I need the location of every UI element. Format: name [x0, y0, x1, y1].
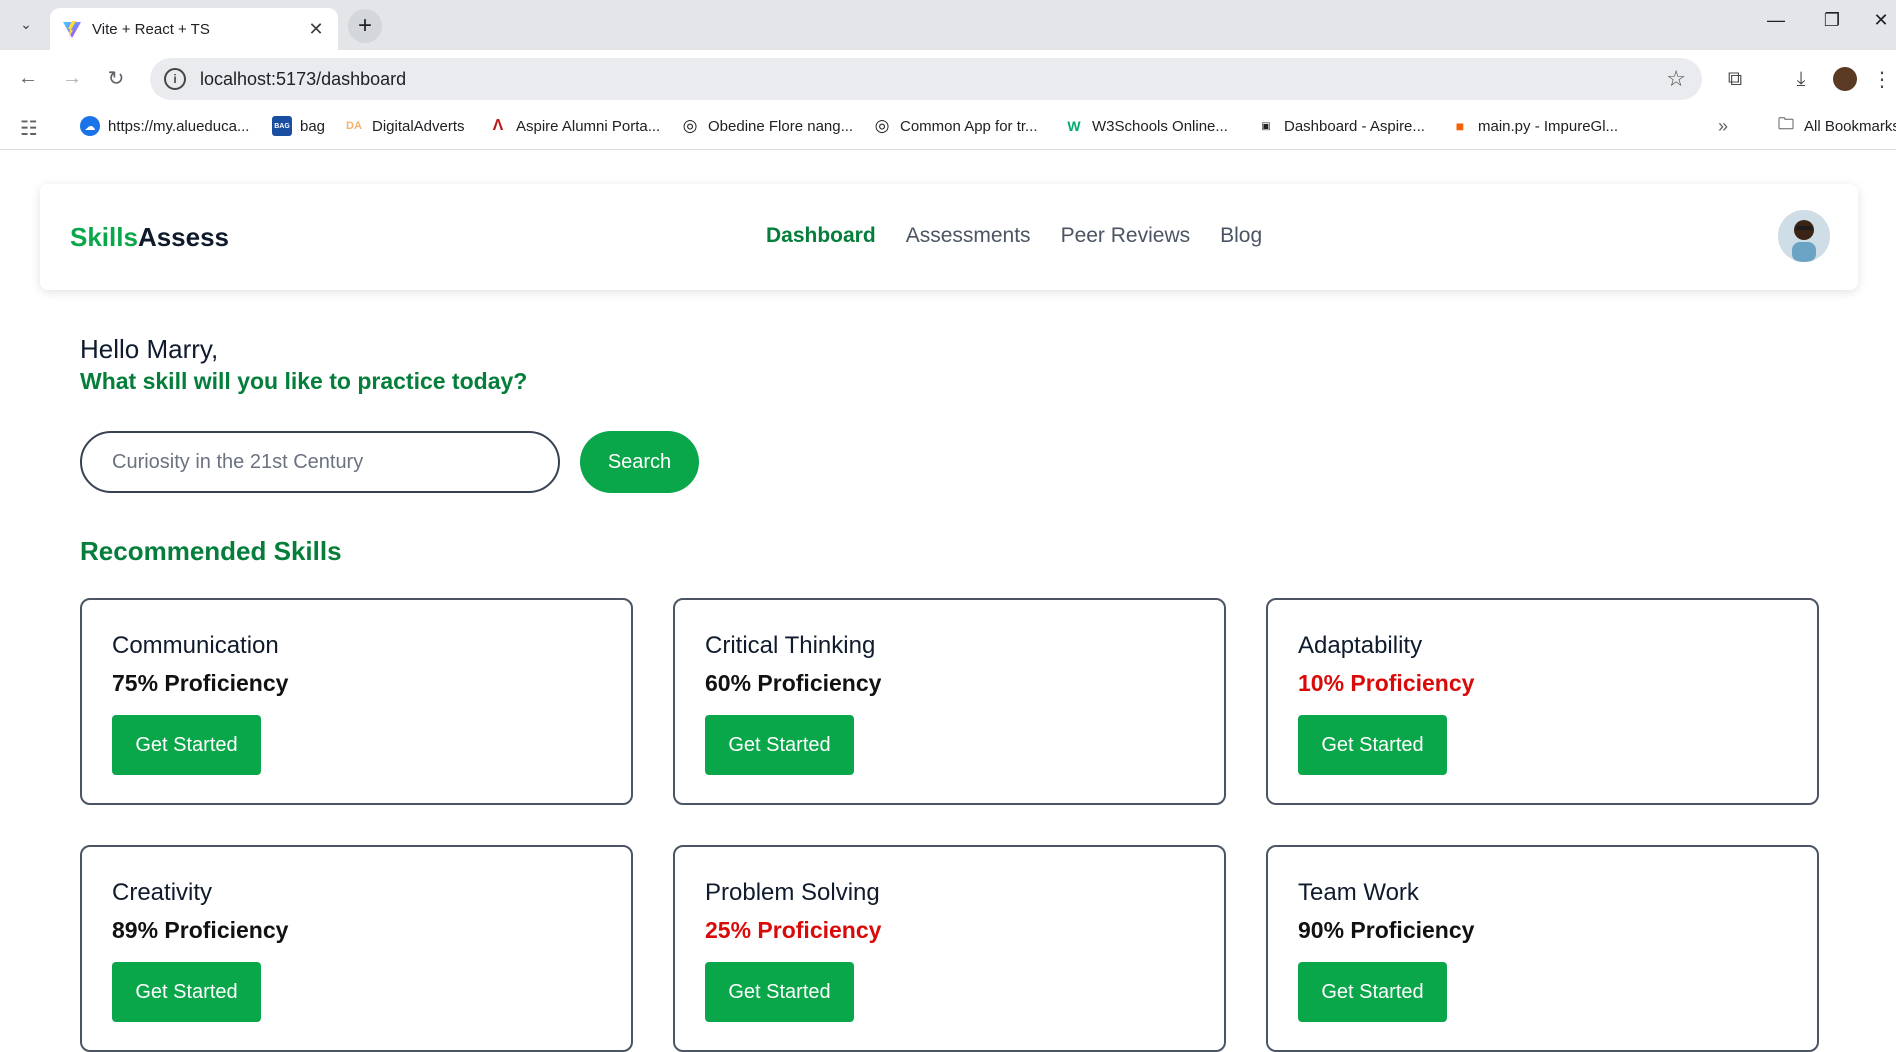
restore-icon[interactable]: ❐: [1812, 10, 1852, 31]
globe-icon: ◎: [682, 116, 698, 135]
bookmark-item[interactable]: ▣ Dashboard - Aspire...: [1256, 116, 1425, 136]
w3schools-icon: W: [1067, 118, 1081, 134]
browser-chrome: ⌄ Vite + React + TS ✕ + — ❐ ✕ ← → ↻ i lo…: [0, 0, 1896, 150]
skill-card: Critical Thinking 60% Proficiency Get St…: [673, 598, 1226, 805]
bookmark-label: bag: [300, 117, 326, 135]
prompt-text: What skill will you like to practice tod…: [80, 368, 528, 394]
address-bar[interactable]: i localhost:5173/dashboard ☆: [150, 58, 1702, 100]
skill-proficiency: 25% Proficiency: [705, 917, 882, 943]
skill-proficiency: 90% Proficiency: [1298, 917, 1475, 943]
nav-blog[interactable]: Blog: [1220, 224, 1262, 248]
skill-card: Team Work 90% Proficiency Get Started: [1266, 845, 1819, 1052]
skill-name: Critical Thinking: [705, 632, 876, 659]
cloud-icon: ☁: [80, 116, 100, 136]
bookmark-item[interactable]: ◎ Common App for tr...: [872, 116, 1038, 136]
tab-search-chevron-icon[interactable]: ⌄: [14, 12, 38, 36]
skill-name: Team Work: [1298, 879, 1419, 906]
search-button[interactable]: Search: [580, 431, 699, 493]
skill-proficiency: 89% Proficiency: [112, 917, 289, 943]
folder-icon: 🗀: [1777, 115, 1794, 133]
get-started-button[interactable]: Get Started: [1298, 715, 1447, 775]
bookmark-star-icon[interactable]: ☆: [1666, 66, 1686, 92]
aspire-icon: Λ: [492, 117, 504, 134]
all-bookmarks-label: All Bookmarks: [1804, 117, 1896, 135]
get-started-button[interactable]: Get Started: [1298, 962, 1447, 1022]
more-bookmarks-chevron-icon[interactable]: »: [1718, 116, 1728, 137]
skill-card: Communication 75% Proficiency Get Starte…: [80, 598, 633, 805]
user-avatar[interactable]: [1778, 210, 1830, 262]
reload-icon[interactable]: ↻: [102, 64, 130, 92]
bookmark-item[interactable]: Λ Aspire Alumni Porta...: [488, 116, 661, 136]
bookmark-item[interactable]: ■ main.py - ImpureGl...: [1450, 116, 1618, 136]
skill-proficiency: 60% Proficiency: [705, 670, 882, 696]
brand-logo[interactable]: SkillsAssess: [70, 222, 229, 253]
bookmark-item[interactable]: DA DigitalAdverts: [344, 116, 465, 136]
bag-icon: BAG: [272, 116, 292, 136]
url-text[interactable]: localhost:5173/dashboard: [200, 69, 1666, 90]
skill-name: Communication: [112, 632, 279, 659]
page-content: SkillsAssess Dashboard Assessments Peer …: [0, 150, 1896, 1052]
extensions-puzzle-icon[interactable]: ⧉: [1720, 64, 1750, 94]
bookmark-label: https://my.alueduca...: [108, 117, 250, 135]
skill-card: Adaptability 10% Proficiency Get Started: [1266, 598, 1819, 805]
skill-search-input[interactable]: [80, 431, 560, 493]
minimize-icon[interactable]: —: [1756, 10, 1796, 31]
brand-part-skills: Skills: [70, 222, 138, 252]
bookmark-item[interactable]: W W3Schools Online...: [1064, 116, 1228, 136]
dashboard-icon: ▣: [1261, 120, 1271, 132]
back-arrow-icon[interactable]: ←: [14, 64, 42, 92]
bookmark-item[interactable]: BAG bag: [272, 116, 325, 136]
nav-dashboard[interactable]: Dashboard: [766, 224, 876, 248]
get-started-button[interactable]: Get Started: [705, 715, 854, 775]
menu-kebab-icon[interactable]: ⋮: [1872, 64, 1892, 94]
tab-strip: ⌄ Vite + React + TS ✕ + — ❐ ✕: [0, 0, 1896, 50]
skills-grid: Communication 75% Proficiency Get Starte…: [80, 598, 1820, 1052]
app-navbar: SkillsAssess Dashboard Assessments Peer …: [40, 184, 1858, 290]
tab-title: Vite + React + TS: [92, 20, 210, 38]
get-started-button[interactable]: Get Started: [112, 962, 261, 1022]
greeting-text: Hello Marry,: [80, 334, 219, 364]
vite-logo-icon: [63, 21, 81, 38]
close-window-icon[interactable]: ✕: [1866, 10, 1896, 31]
browser-toolbar: ← → ↻ i localhost:5173/dashboard ☆ ⧉ ⤓ ⋮: [0, 50, 1896, 106]
skill-name: Problem Solving: [705, 879, 880, 906]
nav-assessments[interactable]: Assessments: [906, 224, 1031, 248]
skill-proficiency: 10% Proficiency: [1298, 670, 1475, 696]
main-nav: Dashboard Assessments Peer Reviews Blog: [766, 224, 1262, 248]
skill-card: Creativity 89% Proficiency Get Started: [80, 845, 633, 1052]
bookmark-label: Aspire Alumni Porta...: [516, 117, 661, 135]
bookmark-label: Obedine Flore nang...: [708, 117, 854, 135]
brand-part-assess: Assess: [137, 222, 230, 252]
user-photo-icon: [1778, 210, 1830, 262]
bookmark-label: main.py - ImpureGl...: [1478, 117, 1619, 135]
skill-card: Problem Solving 25% Proficiency Get Star…: [673, 845, 1226, 1052]
skill-name: Creativity: [112, 879, 213, 906]
bookmark-label: DigitalAdverts: [372, 117, 465, 135]
replit-icon: ■: [1455, 118, 1465, 134]
bookmarks-bar: ☷ ☁ https://my.alueduca... BAG bag DA Di…: [0, 106, 1896, 150]
bookmark-label: Dashboard - Aspire...: [1284, 117, 1425, 135]
globe-icon: ◎: [874, 116, 890, 135]
bookmark-label: W3Schools Online...: [1092, 117, 1228, 135]
recommended-skills-heading: Recommended Skills: [80, 536, 342, 566]
forward-arrow-icon[interactable]: →: [58, 64, 86, 92]
download-icon[interactable]: ⤓: [1786, 64, 1816, 94]
tab-close-icon[interactable]: ✕: [306, 19, 326, 40]
new-tab-button[interactable]: +: [348, 9, 382, 43]
browser-tab[interactable]: Vite + React + TS ✕: [50, 8, 338, 50]
bookmark-item[interactable]: ☁ https://my.alueduca...: [80, 116, 249, 136]
skill-name: Adaptability: [1298, 632, 1423, 659]
site-info-icon[interactable]: i: [164, 68, 186, 90]
profile-avatar[interactable]: [1830, 64, 1860, 94]
bookmark-label: Common App for tr...: [900, 117, 1038, 135]
get-started-button[interactable]: Get Started: [112, 715, 261, 775]
nav-peer-reviews[interactable]: Peer Reviews: [1061, 224, 1191, 248]
get-started-button[interactable]: Get Started: [705, 962, 854, 1022]
all-bookmarks-folder[interactable]: 🗀 All Bookmarks: [1776, 116, 1896, 136]
apps-grid-icon[interactable]: ☷: [20, 116, 38, 141]
skill-proficiency: 75% Proficiency: [112, 670, 289, 696]
da-icon: DA: [346, 120, 362, 132]
bookmark-item[interactable]: ◎ Obedine Flore nang...: [680, 116, 854, 136]
